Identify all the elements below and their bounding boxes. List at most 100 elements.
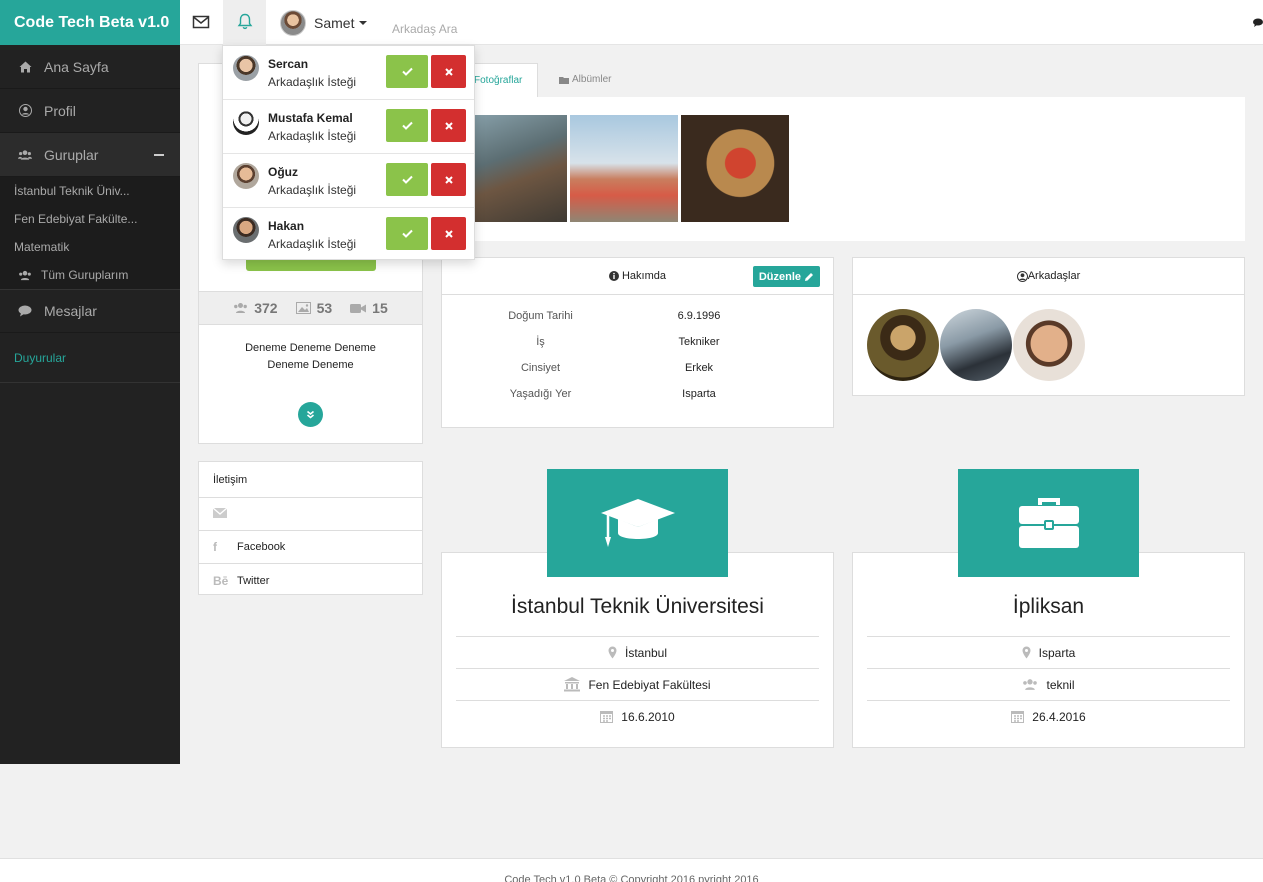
edit-label: Düzenle — [758, 270, 801, 283]
accept-button[interactable] — [386, 55, 428, 88]
contact-facebook[interactable]: f Facebook — [199, 531, 422, 564]
contact-email[interactable] — [199, 498, 422, 531]
sidebar-item-home[interactable]: Ana Sayfa — [0, 45, 180, 89]
bio-line: Deneme Deneme — [267, 359, 354, 371]
sidebar-item-groups[interactable]: Guruplar — [0, 133, 180, 177]
calendar-icon — [600, 711, 614, 723]
work-position-label: teknil — [1046, 677, 1075, 692]
tab-albums-label: Albümler — [572, 74, 612, 85]
tab-albums[interactable]: Albümler — [547, 63, 623, 97]
photos-count[interactable]: 53 — [295, 300, 333, 316]
accept-button[interactable] — [386, 163, 428, 196]
about-title: Hakımda — [621, 270, 667, 282]
reject-button[interactable] — [431, 217, 466, 250]
chat-icon[interactable] — [1253, 17, 1263, 27]
mail-icon[interactable] — [192, 13, 210, 31]
sidebar-item-label: Tüm Guruplarım — [41, 268, 129, 282]
friend-request-item: Mustafa Kemal Arkadaşlık İsteği — [223, 100, 474, 154]
friend-request-item: Sercan Arkadaşlık İsteği — [223, 46, 474, 100]
bell-icon — [237, 13, 253, 33]
sidebar-group-item[interactable]: Fen Edebiyat Fakülte... — [0, 205, 180, 233]
contact-card: İletişim f Facebook Bē Twitter — [198, 461, 423, 595]
friend-requests-dropdown: Sercan Arkadaşlık İsteği Mustafa Kemal A… — [222, 45, 475, 260]
about-value: Erkek — [684, 362, 714, 374]
expand-bio-button[interactable] — [298, 402, 323, 427]
sidebar-item-announcements[interactable]: Duyurular — [0, 333, 180, 383]
sidebar-item-label: Guruplar — [44, 146, 99, 163]
videos-count[interactable]: 15 — [350, 300, 388, 316]
video-camera-icon — [350, 303, 367, 313]
about-header: Hakımda Düzenle — [442, 258, 833, 295]
sidebar-item-messages[interactable]: Mesajlar — [0, 289, 180, 333]
friend-avatar[interactable] — [867, 309, 939, 381]
reject-button[interactable] — [431, 55, 466, 88]
request-label: Arkadaşlık İsteği — [268, 75, 357, 89]
reject-button[interactable] — [431, 163, 466, 196]
user-menu[interactable]: Samet — [280, 9, 368, 37]
check-icon — [401, 229, 413, 238]
profile-bio: Deneme Deneme Deneme Deneme Deneme — [199, 340, 422, 374]
about-key: Yaşadığı Yer — [509, 388, 572, 400]
education-card: İstanbul Teknik Üniversitesi İstanbul Fe… — [441, 552, 834, 748]
sidebar-group-item[interactable]: İstanbul Teknik Üniv... — [0, 177, 180, 205]
edit-button[interactable]: Düzenle — [752, 266, 820, 287]
friends-count-value: 372 — [254, 300, 278, 316]
map-marker-icon — [1022, 646, 1031, 659]
photos-count-value: 53 — [316, 300, 333, 316]
about-row: Cinsiyet Erkek — [442, 362, 833, 388]
avatar — [233, 109, 259, 135]
friends-count[interactable]: 372 — [233, 300, 278, 316]
sidebar-item-profile[interactable]: Profil — [0, 89, 180, 133]
groups-submenu: İstanbul Teknik Üniv... Fen Edebiyat Fak… — [0, 177, 180, 289]
avatar — [233, 163, 259, 189]
notifications-button[interactable] — [223, 0, 266, 45]
users-icon — [234, 303, 248, 313]
friend-request-item: Oğuz Arkadaşlık İsteği — [223, 154, 474, 208]
contact-title: İletişim — [199, 462, 422, 498]
contact-twitter[interactable]: Bē Twitter — [199, 564, 422, 597]
sidebar-item-label: Profil — [44, 102, 76, 119]
work-city: Isparta — [867, 636, 1230, 668]
top-navbar: Samet Arkadaş Ara — [180, 0, 1263, 45]
collapse-icon[interactable] — [154, 154, 164, 156]
education-faculty-label: Fen Edebiyat Fakültesi — [588, 677, 711, 692]
sidebar-group-item[interactable]: Matematik — [0, 233, 180, 261]
close-icon — [444, 67, 453, 76]
education-faculty: Fen Edebiyat Fakültesi — [456, 668, 819, 700]
friend-avatar[interactable] — [1013, 309, 1085, 381]
photo-thumbnail[interactable] — [681, 115, 789, 222]
work-title: İpliksan — [1012, 595, 1085, 618]
work-city-label: Isparta — [1038, 645, 1076, 660]
users-icon — [18, 148, 32, 162]
brand-logo[interactable]: Code Tech Beta v1.0 — [0, 0, 180, 45]
accept-button[interactable] — [386, 109, 428, 142]
sidebar-item-label: Ana Sayfa — [44, 58, 109, 75]
image-icon — [295, 302, 311, 314]
home-icon — [18, 60, 32, 74]
friend-avatar[interactable] — [940, 309, 1012, 381]
education-city-label: İstanbul — [624, 645, 668, 660]
friend-request-item: Hakan Arkadaşlık İsteği — [223, 208, 474, 262]
work-date: 26.4.2016 — [867, 700, 1230, 732]
chat-icon — [18, 304, 32, 318]
user-icon — [18, 104, 32, 118]
about-value: Isparta — [682, 388, 716, 400]
profile-stats: 372 53 15 — [199, 291, 422, 325]
photo-thumbnail[interactable] — [570, 115, 678, 222]
about-row: Doğum Tarihi 6.9.1996 — [442, 310, 833, 336]
footer: Code Tech v1.0 Beta © Copyright 2016 pyr… — [0, 858, 1263, 882]
chevron-double-down-icon — [306, 410, 315, 419]
work-position: teknil — [867, 668, 1230, 700]
graduation-cap-icon — [600, 499, 675, 547]
about-value: Tekniker — [678, 336, 720, 348]
friend-search-input[interactable]: Arkadaş Ara — [392, 22, 457, 36]
accept-button[interactable] — [386, 217, 428, 250]
reject-button[interactable] — [431, 109, 466, 142]
request-label: Arkadaşlık İsteği — [268, 183, 357, 197]
request-label: Arkadaşlık İsteği — [268, 237, 357, 251]
user-name: Samet — [314, 15, 355, 31]
avatar — [280, 10, 306, 36]
photo-thumbnail[interactable] — [459, 115, 567, 222]
about-key: Cinsiyet — [520, 362, 561, 374]
sidebar-item-all-groups[interactable]: Tüm Guruplarım — [0, 261, 180, 289]
